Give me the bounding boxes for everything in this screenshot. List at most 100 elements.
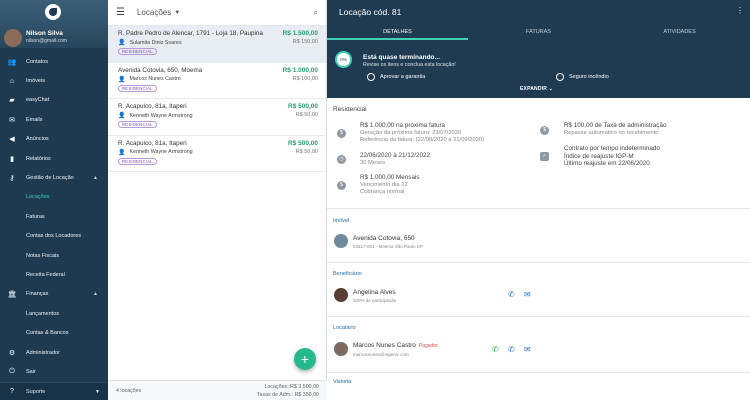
checklist-seguro-incendio[interactable]: Seguro incêndio — [556, 73, 609, 81]
list-item-badge: RESIDENCIAL — [118, 157, 157, 165]
contacts-icon: 👥 — [7, 58, 17, 66]
locacoes-list-panel: ☰ Locações ▼ ⌕ R. Padre Pedro de Alencar… — [108, 0, 327, 400]
list-item-tenant: 👤 Kenneth Wayne Armstrong — [118, 112, 193, 120]
list-item-fee: R$ 100,00 — [292, 75, 318, 82]
sidebar-nav: 👥 Contatos ⌂ Imóveis ▰ easyChat ✉ Emails ◀ An… — [0, 48, 108, 382]
user-name: Nilson Silva — [26, 30, 63, 37]
page-title: Locação cód. 81 — [339, 7, 402, 17]
sidebar-item-suporte[interactable]: ? Suporte ▼ — [0, 382, 108, 400]
vistoria-label: Vistoria — [333, 379, 352, 385]
tab-atividades[interactable]: ATIVIDADES — [609, 26, 750, 40]
sidebar-item-sair[interactable]: ⏻ Sair — [0, 362, 108, 381]
tab-faturas[interactable]: FATURAS — [468, 26, 609, 40]
chevron-down-icon: ⌄ — [548, 86, 554, 92]
email-icon[interactable]: ✉ — [524, 290, 531, 299]
home-icon: ⌂ — [9, 77, 15, 85]
detail-header: Locação cód. 81 ⋮ DETALHES FATURAS ATIVI… — [327, 0, 750, 98]
tab-detalhes[interactable]: DETALHES — [327, 26, 468, 40]
sidebar-item-lancamentos[interactable]: Lançamentos — [0, 304, 108, 323]
more-vert-icon[interactable]: ⋮ — [736, 6, 744, 15]
gear-icon: ⚙ — [8, 349, 16, 357]
sidebar-item-notas-fiscais[interactable]: Notas Fiscais — [0, 246, 108, 265]
search-icon[interactable]: ⌕ — [314, 8, 318, 18]
locatario-email: marcosnunes@ingeniz.com — [353, 352, 409, 357]
dollar-icon: $ — [540, 126, 549, 135]
app-logo — [45, 4, 61, 20]
person-icon: 👤 — [118, 76, 126, 83]
caret-down-icon[interactable]: ▼ — [174, 10, 180, 16]
chevron-up-icon: ▲ — [93, 175, 98, 182]
beneficiario-share: 100% de participação — [353, 298, 397, 303]
bank-icon: 🏛 — [7, 291, 17, 299]
locatario-name[interactable]: Marcos Nunes Castro Pagador — [353, 342, 438, 349]
person-icon: 👤 — [118, 149, 126, 156]
list-item[interactable]: Avenida Cotovia, 650, Moema R$ 1.000,00 … — [108, 63, 326, 99]
list-item-tenant: 👤 Sulamita Diniz Soares — [118, 39, 182, 47]
avatar[interactable] — [334, 288, 348, 302]
add-locacao-button[interactable]: + — [294, 348, 316, 370]
avatar[interactable] — [334, 342, 348, 356]
list-item[interactable]: R. Padre Pedro de Alencar, 1791 - Loja 1… — [108, 26, 326, 63]
sidebar-item-administrador[interactable]: ⚙ Administrador — [0, 343, 108, 362]
sidebar-item-receita-federal[interactable]: Receita Federal — [0, 265, 108, 284]
locatario-label: Locatário — [333, 325, 356, 331]
list-item-price: R$ 500,00 — [288, 103, 318, 110]
expand-button[interactable]: EXPANDIR ⌄ — [520, 86, 553, 92]
list-item-badge: RESIDENCIAL — [118, 48, 157, 55]
beneficiario-name[interactable]: Angelina Alves — [353, 289, 396, 296]
chart-icon: ▮ — [10, 155, 14, 163]
user-avatar[interactable] — [4, 29, 22, 47]
sidebar-item-locacoes[interactable]: Locações — [0, 188, 108, 207]
sidebar-item-financas[interactable]: 🏛 Finanças ▲ — [0, 285, 108, 304]
chevron-down-icon: ▼ — [95, 388, 100, 395]
sidebar-item-imoveis[interactable]: ⌂ Imóveis — [0, 71, 108, 90]
progress-subtitle: Revise os itens e conclua esta locação! — [363, 62, 456, 68]
user-email: nilson@gmail.com — [26, 38, 67, 44]
info-proxima-fatura: R$ 1.000,00 na próxima fatura Geração da… — [360, 122, 485, 144]
list-title[interactable]: Locações — [137, 8, 171, 17]
progress-title: Está quase terminando... — [363, 54, 440, 61]
sidebar-item-contas-locadores[interactable]: Contas dos Locadores — [0, 227, 108, 246]
property-thumbnail[interactable] — [334, 234, 348, 248]
divider — [327, 316, 750, 317]
sidebar-item-gestao-locacao[interactable]: ⚷ Gestão de Locação ▲ — [0, 168, 108, 187]
sidebar-item-emails[interactable]: ✉ Emails — [0, 110, 108, 129]
dollar-icon: $ — [337, 181, 346, 190]
info-taxa-admin: R$ 100,00 de Taxa de administração Repas… — [564, 122, 667, 136]
sidebar-item-relatorios[interactable]: ▮ Relatórios — [0, 149, 108, 168]
chevron-up-icon: ▲ — [93, 291, 98, 298]
total-taxas: Taxas de Adm.: R$ 350,00 — [256, 392, 319, 398]
sidebar-item-faturas[interactable]: Faturas — [0, 207, 108, 226]
list-item[interactable]: R. Acapulco, 81a, Itaperi R$ 500,00 R$ 5… — [108, 136, 326, 172]
phone-icon[interactable]: ✆ — [508, 345, 515, 354]
megaphone-icon: ◀ — [9, 136, 15, 144]
help-icon: ? — [10, 388, 14, 395]
sidebar-item-easychat[interactable]: ▰ easyChat — [0, 91, 108, 110]
radio-circle-icon — [556, 73, 564, 81]
menu-icon[interactable]: ☰ — [116, 7, 125, 18]
email-icon[interactable]: ✉ — [524, 345, 531, 354]
beneficiario-label: Beneficiário — [333, 271, 362, 277]
sidebar-item-anuncios[interactable]: ◀ Anúncios — [0, 130, 108, 149]
list-item-address: R. Acapulco, 81a, Itaperi — [118, 139, 187, 147]
dollar-icon: $ — [337, 129, 346, 138]
locacao-detail-panel: Locação cód. 81 ⋮ DETALHES FATURAS ATIVI… — [327, 0, 750, 400]
phone-icon[interactable]: ✆ — [508, 290, 515, 299]
list-item-fee: R$ 150,00 — [292, 39, 318, 45]
chat-icon: ▰ — [9, 97, 15, 105]
checklist-aprovar-garantia[interactable]: Aprovar a garantia — [367, 73, 425, 81]
calendar-check-icon: ✓ — [540, 152, 549, 161]
divider — [327, 208, 750, 209]
sidebar-item-contatos[interactable]: 👥 Contatos — [0, 52, 108, 71]
imovel-address[interactable]: Avenida Cotovia, 650 — [353, 235, 415, 242]
list-item[interactable]: R. Acapulco, 81a, Itaperi R$ 500,00 R$ 5… — [108, 99, 326, 136]
sidebar-header: Nilson Silva nilson@gmail.com — [0, 0, 108, 48]
progress-indicator: 0% — [335, 51, 352, 68]
list-item-price: R$ 1.000,00 — [282, 66, 318, 74]
info-periodo: 22/06/2020 à 21/12/2022 30 Meses — [360, 152, 431, 166]
list-toolbar: ☰ Locações ▼ ⌕ — [108, 0, 326, 26]
whatsapp-icon[interactable]: ✆ — [492, 345, 499, 354]
imovel-subtitle: 04517-001 - Moema São Paulo SP — [353, 244, 423, 249]
imovel-label: Imóvel — [333, 218, 350, 224]
sidebar-item-contas-bancos[interactable]: Contas & Bancos — [0, 323, 108, 342]
